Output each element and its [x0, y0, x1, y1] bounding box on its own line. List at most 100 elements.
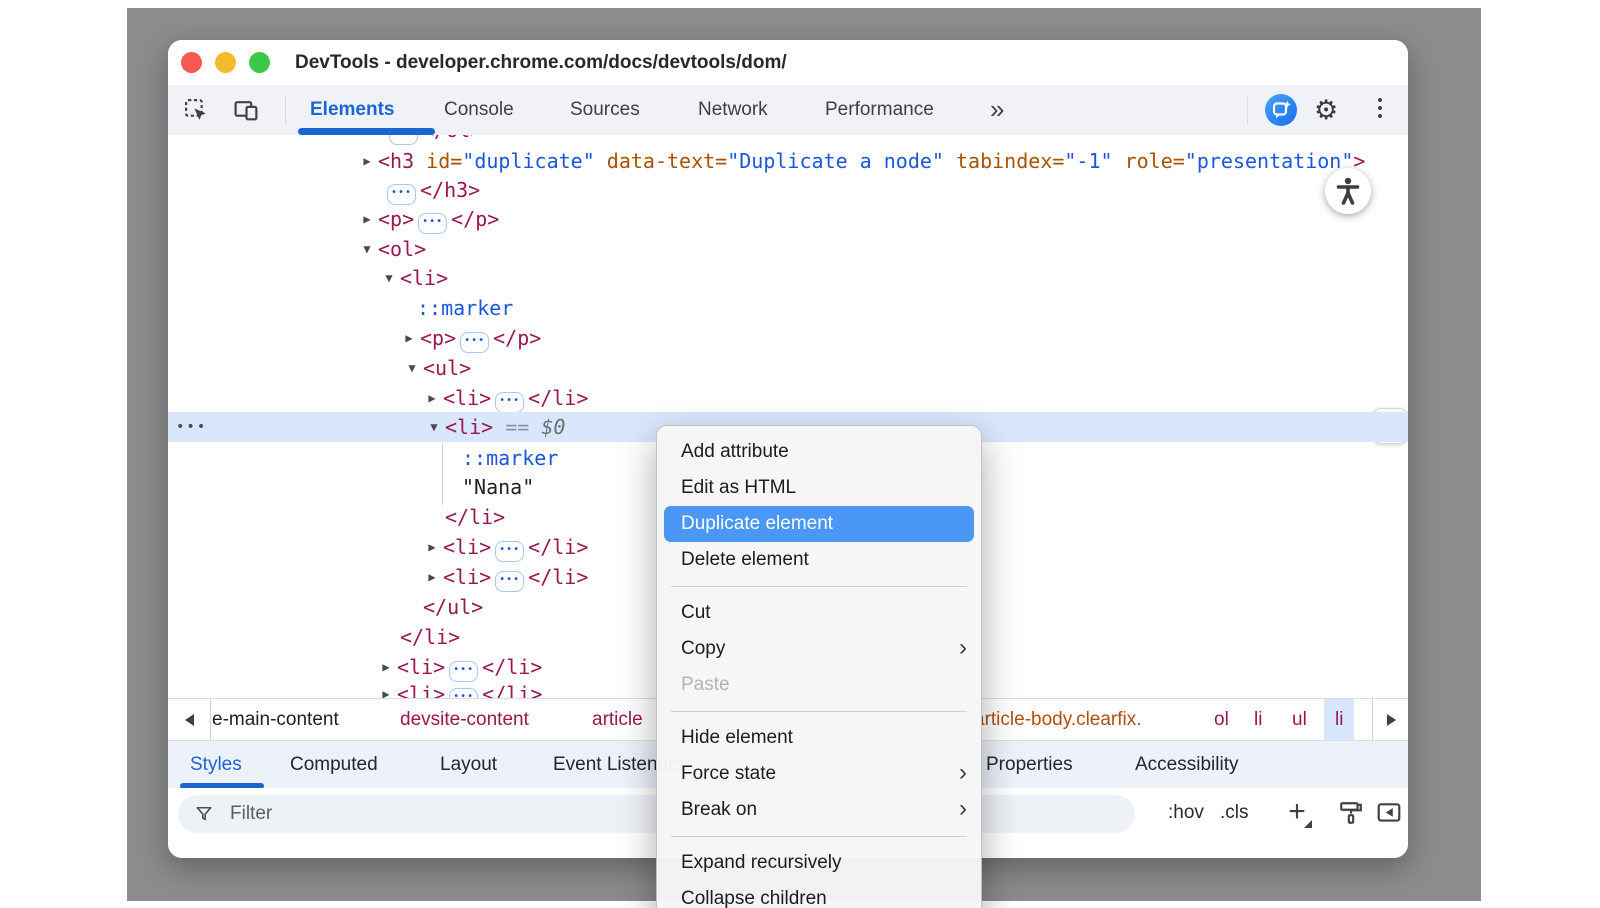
menu-item-break-on[interactable]: Break on›	[657, 792, 981, 828]
toggle-sidebar-icon[interactable]	[1374, 798, 1404, 828]
breadcrumb-article[interactable]: article	[592, 699, 643, 741]
code-token-tag: <li>	[445, 415, 493, 439]
dom-node-code: <p>•••</p>	[420, 323, 541, 353]
new-style-rule-button[interactable]: +	[1280, 794, 1314, 832]
dom-node-code: <p>•••</p>	[378, 204, 499, 234]
code-token-tag: </li>	[400, 625, 460, 649]
collapse-arrow-icon[interactable]: ▼	[380, 263, 398, 293]
inline-expand-button[interactable]: •••	[389, 135, 418, 145]
row-options-dots-icon[interactable]: •••	[176, 412, 207, 442]
ai-assistance-icon[interactable]	[1265, 94, 1297, 126]
dom-tree-row[interactable]: ▶<li>•••</li>	[168, 383, 1408, 413]
dom-tree-row[interactable]: ▼<ul>	[168, 353, 1408, 383]
tab-console[interactable]: Console	[444, 85, 514, 135]
breadcrumb-e-main-content[interactable]: e-main-content	[212, 699, 339, 741]
code-token-tag: <li>	[400, 266, 448, 290]
expand-arrow-icon[interactable]: ▶	[400, 323, 418, 353]
expand-arrow-icon[interactable]: ▶	[377, 652, 395, 682]
inline-expand-button[interactable]: •••	[460, 332, 489, 353]
code-token-tag: </p>	[451, 207, 499, 231]
styles-tab-layout[interactable]: Layout	[440, 741, 497, 789]
inline-expand-button[interactable]: •••	[418, 213, 447, 234]
menu-separator	[671, 711, 967, 712]
dom-node-code: "Nana"	[462, 472, 534, 502]
menu-item-cut[interactable]: Cut	[657, 595, 981, 631]
code-token-val: "-1"	[1064, 149, 1112, 173]
maximize-window-button[interactable]	[249, 52, 270, 73]
collapse-arrow-icon[interactable]: ▼	[425, 412, 443, 442]
breadcrumb-devsite-content[interactable]: devsite-content	[400, 699, 529, 741]
expand-arrow-icon[interactable]: ▶	[358, 146, 376, 176]
inline-expand-button[interactable]: •••	[495, 571, 524, 592]
breadcrumb-article-body-clearfix[interactable]: article-body.clearfix.	[974, 699, 1142, 741]
styles-tab-properties[interactable]: Properties	[986, 741, 1073, 789]
settings-gear-icon[interactable]: ⚙	[1314, 90, 1338, 130]
code-token-tag: </li>	[528, 565, 588, 589]
dom-node-code: <li> == $0	[445, 412, 565, 442]
inline-expand-button[interactable]: •••	[495, 392, 524, 413]
code-token-tag: <h3	[378, 149, 414, 173]
filter-placeholder: Filter	[230, 795, 272, 833]
menu-item-edit-as-html[interactable]: Edit as HTML	[657, 470, 981, 506]
element-classes-button[interactable]: .cls	[1220, 794, 1249, 832]
styles-tab-styles[interactable]: Styles	[190, 741, 242, 789]
code-token-tag: <p>	[378, 207, 414, 231]
dom-node-code: <ol>	[378, 234, 426, 264]
tab-network[interactable]: Network	[698, 85, 768, 135]
menu-separator	[671, 836, 967, 837]
device-toolbar-icon[interactable]	[230, 94, 262, 126]
menu-item-force-state[interactable]: Force state›	[657, 756, 981, 792]
collapse-arrow-icon[interactable]: ▼	[403, 353, 421, 383]
expand-arrow-icon[interactable]: ▶	[377, 679, 395, 698]
dom-tree-row[interactable]: ▶<p>•••</p>	[168, 323, 1408, 353]
breadcrumb-ul[interactable]: ul	[1292, 699, 1307, 741]
breadcrumb-prev-button[interactable]	[168, 699, 211, 741]
kebab-menu-icon[interactable]	[1378, 98, 1382, 118]
breadcrumb-li-selected[interactable]: li	[1324, 699, 1354, 741]
dom-node-code: <h3 id="duplicate" data-text="Duplicate …	[378, 146, 1365, 176]
inspect-element-icon[interactable]	[180, 94, 212, 126]
code-token-op: ==	[493, 415, 541, 439]
breadcrumb-ol[interactable]: ol	[1214, 699, 1229, 741]
more-tabs-button[interactable]: »	[990, 85, 1004, 133]
minimize-window-button[interactable]	[215, 52, 236, 73]
titlebar: DevTools - developer.chrome.com/docs/dev…	[168, 40, 1408, 86]
dom-tree-row[interactable]: ::marker	[168, 293, 1408, 323]
menu-item-duplicate-element[interactable]: Duplicate element	[664, 506, 974, 542]
inline-expand-button[interactable]: •••	[387, 184, 416, 205]
collapse-arrow-icon[interactable]: ▼	[358, 234, 376, 264]
chevron-right-icon	[1387, 714, 1396, 726]
toolbar-right-divider	[1247, 96, 1248, 124]
styles-tab-computed[interactable]: Computed	[290, 741, 378, 789]
toggle-element-state-button[interactable]: :hov	[1168, 794, 1204, 832]
dom-node-code: <li>•••</li>	[443, 532, 588, 562]
menu-item-delete-element[interactable]: Delete element	[657, 542, 981, 578]
expand-arrow-icon[interactable]: ▶	[423, 562, 441, 592]
dom-tree-row[interactable]: •••</ol>	[168, 135, 1408, 145]
menu-item-expand-recursively[interactable]: Expand recursively	[657, 845, 981, 881]
inline-expand-button[interactable]: •••	[495, 541, 524, 562]
code-token-pseudo: ::marker	[462, 446, 558, 470]
tab-performance[interactable]: Performance	[825, 85, 934, 135]
expand-arrow-icon[interactable]: ▶	[358, 204, 376, 234]
expand-arrow-icon[interactable]: ▶	[423, 383, 441, 413]
dom-tree-row[interactable]: ▼<ol>	[168, 234, 1408, 264]
menu-item-hide-element[interactable]: Hide element	[657, 720, 981, 756]
dom-tree-row[interactable]: ▶<h3 id="duplicate" data-text="Duplicate…	[168, 146, 1408, 176]
close-window-button[interactable]	[181, 52, 202, 73]
dom-tree-row[interactable]: ▶<p>•••</p>	[168, 204, 1408, 234]
breadcrumb-next-button[interactable]	[1372, 699, 1408, 741]
menu-item-collapse-children[interactable]: Collapse children	[657, 881, 981, 908]
dom-tree-row[interactable]: •••</h3>	[168, 175, 1408, 205]
dom-tree-row[interactable]: ▼<li>	[168, 263, 1408, 293]
inline-expand-button[interactable]: •••	[449, 688, 478, 698]
menu-item-copy[interactable]: Copy›	[657, 631, 981, 667]
dom-node-code: <li>•••</li>	[443, 562, 588, 592]
breadcrumb-li[interactable]: li	[1254, 699, 1262, 741]
tab-sources[interactable]: Sources	[570, 85, 640, 135]
rendering-emulations-icon[interactable]	[1336, 798, 1366, 828]
window-title: DevTools - developer.chrome.com/docs/dev…	[295, 40, 787, 85]
expand-arrow-icon[interactable]: ▶	[423, 532, 441, 562]
menu-item-add-attribute[interactable]: Add attribute	[657, 434, 981, 470]
styles-tab-accessibility[interactable]: Accessibility	[1135, 741, 1238, 789]
